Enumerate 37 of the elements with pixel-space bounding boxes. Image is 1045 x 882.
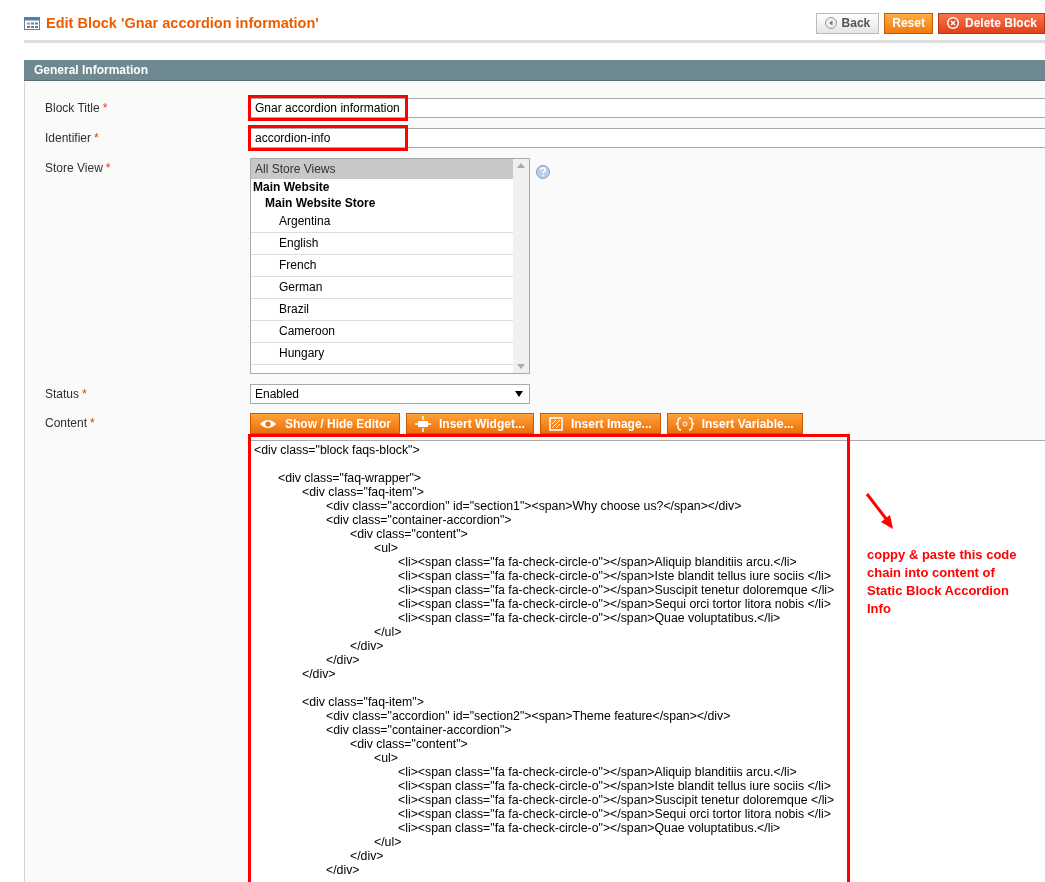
store-option[interactable]: French	[251, 255, 513, 277]
eye-icon	[259, 417, 277, 430]
annotation-arrow	[865, 492, 895, 530]
image-icon	[548, 416, 563, 431]
status-dropdown[interactable]: Enabled	[250, 384, 530, 404]
field-label: Content *	[44, 415, 96, 432]
braces-icon	[675, 416, 694, 431]
scroll-up-icon	[517, 163, 525, 168]
text-field[interactable]: Gnar accordion information	[250, 98, 1045, 118]
store-option[interactable]: Cameroon	[251, 321, 513, 343]
field-label: Store View *	[44, 160, 112, 177]
store-view-listbox[interactable]: All Store Views Main Website Main Website Store Argentina English French German Brazil Cameroon Hungary	[250, 158, 530, 374]
field-label: Block Title *	[44, 100, 109, 117]
store-option[interactable]: English	[251, 233, 513, 255]
page-title: Edit Block 'Gnar accordion information'	[46, 15, 320, 31]
store-option[interactable]: All Store Views	[251, 159, 513, 179]
scroll-down-icon	[517, 364, 525, 369]
grid-icon	[24, 16, 40, 30]
store-option[interactable]: Argentina	[251, 211, 513, 233]
field-label: Status *	[44, 386, 88, 403]
help-icon[interactable]	[536, 165, 550, 179]
option-group-label: Main Website	[252, 179, 331, 195]
text-field[interactable]: accordion-info	[250, 128, 1045, 148]
scrollbar[interactable]	[513, 159, 529, 373]
caret-icon	[515, 391, 523, 397]
annotation-note: coppy & paste this code chain into content of Static Block Accordion Info	[867, 546, 1017, 618]
arrow-left-icon	[824, 17, 837, 29]
store-option[interactable]: Hungary	[251, 343, 513, 365]
close-icon	[945, 16, 960, 30]
option-group-label: Main Website Store	[264, 195, 377, 211]
widget-icon	[415, 415, 431, 432]
dropdown-value: Enabled	[255, 387, 300, 401]
store-option[interactable]: Brazil	[251, 299, 513, 321]
back-button[interactable]: Back	[815, 12, 880, 34]
store-option[interactable]: German	[251, 277, 513, 299]
field-label: Identifier *	[44, 130, 100, 147]
section-header: General Information	[24, 60, 1045, 81]
